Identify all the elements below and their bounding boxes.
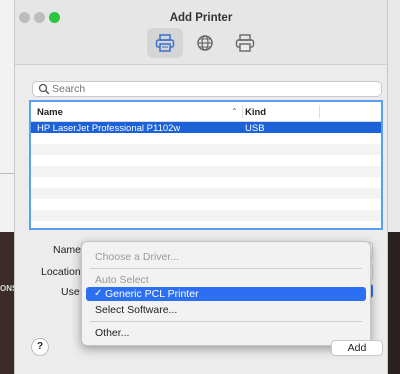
window-title: Add Printer [169, 12, 233, 24]
titlebar: Add Printer [15, 0, 387, 65]
menu-title-choose-driver: Choose a Driver... [95, 251, 180, 263]
printer-icon [155, 34, 175, 52]
printer-list[interactable]: Name ⌃ Kind HP LaserJet Professional P11… [29, 100, 383, 230]
empty-row [31, 155, 381, 166]
toolbar-default-button[interactable] [147, 28, 183, 58]
search-icon [38, 83, 50, 95]
empty-row [31, 199, 381, 210]
empty-row [31, 188, 381, 199]
search-input[interactable] [52, 82, 372, 96]
menu-item-select-software[interactable]: Select Software... [95, 304, 177, 316]
toolbar-ip-button[interactable] [187, 28, 223, 58]
checkmark-icon: ✓ [94, 288, 103, 299]
empty-row [31, 210, 381, 221]
empty-row [31, 166, 381, 177]
add-button[interactable]: Add [331, 340, 383, 356]
add-printer-window: Add Printer Search Name ⌃ Kind HP LaserJ… [14, 0, 388, 374]
background-wallpaper-right [386, 232, 400, 374]
background-wallpaper-left [0, 232, 14, 374]
menu-separator [90, 268, 362, 269]
network-printer-icon [235, 34, 255, 52]
empty-row [31, 144, 381, 155]
menu-item-auto-select: Auto Select [95, 274, 149, 286]
menu-item-other[interactable]: Other... [95, 327, 129, 339]
column-header-kind[interactable]: Kind [245, 107, 266, 118]
column-header-name[interactable]: Name [37, 107, 63, 118]
column-divider[interactable] [242, 105, 243, 118]
search-field[interactable] [32, 81, 382, 97]
driver-menu: Choose a Driver... Auto Select ✓ Generic… [81, 241, 371, 346]
menu-separator [90, 321, 362, 322]
use-label: Use [61, 286, 80, 298]
name-label: Name [53, 244, 82, 256]
list-header: Name ⌃ Kind [31, 102, 381, 122]
globe-icon [197, 35, 213, 51]
toolbar-windows-button[interactable] [227, 28, 263, 58]
background-window-right [386, 0, 400, 232]
printer-row[interactable]: HP LaserJet Professional P1102w USB [31, 122, 381, 134]
menu-item-label: Generic PCL Printer [105, 288, 199, 300]
empty-row [31, 177, 381, 188]
background-divider [0, 173, 14, 174]
help-button[interactable]: ? [31, 338, 49, 356]
location-label: Location [41, 266, 81, 278]
empty-row [31, 133, 381, 144]
sort-ascending-icon: ⌃ [231, 107, 238, 116]
background-window-left [0, 0, 15, 232]
column-divider[interactable] [319, 105, 320, 118]
